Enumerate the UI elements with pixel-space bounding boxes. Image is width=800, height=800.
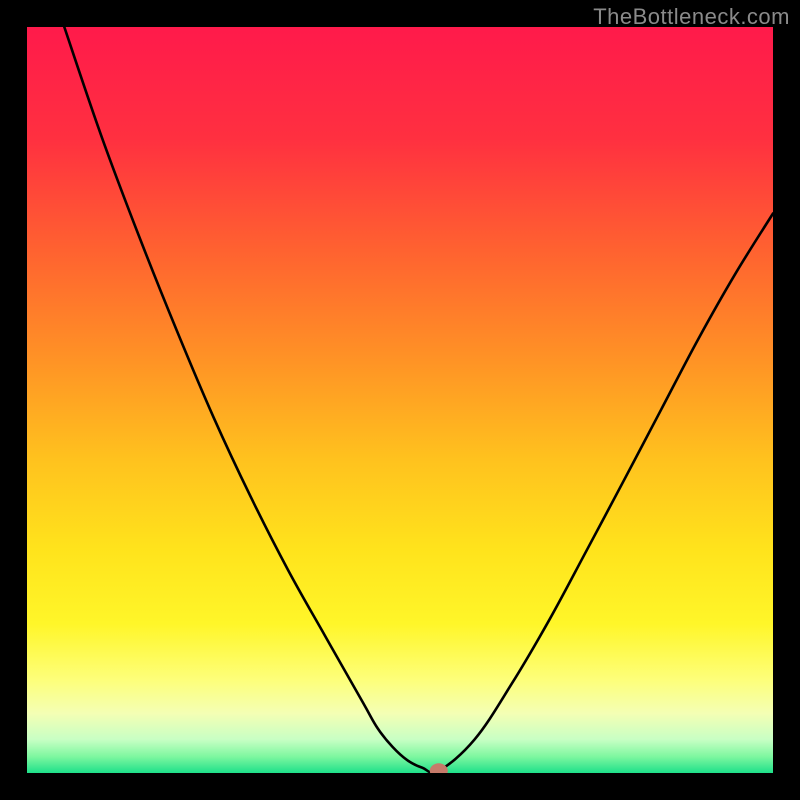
plot-area (27, 27, 773, 773)
chart-svg (27, 27, 773, 773)
watermark-text: TheBottleneck.com (593, 4, 790, 30)
gradient-background (27, 27, 773, 773)
chart-frame: TheBottleneck.com (0, 0, 800, 800)
